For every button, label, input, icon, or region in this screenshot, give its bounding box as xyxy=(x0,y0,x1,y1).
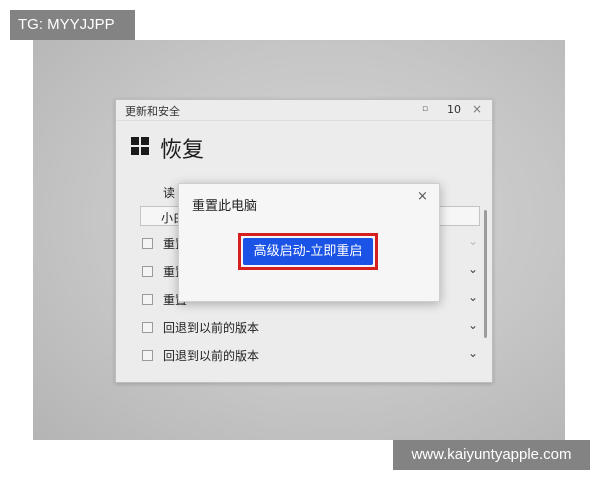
row-label: 回退到以前的版本 xyxy=(163,321,260,335)
reset-pc-dialog: 重置此电脑 × 高级启动-立即重启 xyxy=(178,183,440,302)
windows-logo-icon xyxy=(131,137,149,155)
checkbox[interactable] xyxy=(142,238,153,249)
chevron-down-icon[interactable]: ⌄ xyxy=(468,234,478,248)
watermark-bottom-right: www.kaiyuntyapple.com xyxy=(393,440,590,470)
checkbox[interactable] xyxy=(142,322,153,333)
title-bar: 更新和安全 ▫ 10 × xyxy=(116,100,492,121)
window-number-label: 10 xyxy=(447,103,461,116)
checkbox[interactable] xyxy=(142,266,153,277)
option-row[interactable]: 回退到以前的版本 ⌄ xyxy=(142,346,478,366)
truncated-label: 读 xyxy=(163,186,176,200)
app-title: 更新和安全 xyxy=(125,105,180,118)
option-row[interactable]: 回退到以前的版本 ⌄ xyxy=(142,318,478,338)
square-small-icon: ▫ xyxy=(422,104,429,114)
dialog-title: 重置此电脑 xyxy=(192,199,258,214)
window-close-button[interactable]: × xyxy=(472,103,482,116)
chevron-down-icon[interactable]: ⌄ xyxy=(468,346,478,360)
checkbox[interactable] xyxy=(142,294,153,305)
watermark-top-left: TG: MYYJJPP xyxy=(10,10,135,40)
page-title: 恢复 xyxy=(160,138,205,163)
chevron-down-icon[interactable]: ⌄ xyxy=(468,262,478,276)
advanced-startup-restart-button[interactable]: 高级启动-立即重启 xyxy=(243,238,373,265)
checkbox[interactable] xyxy=(142,350,153,361)
scrollbar[interactable] xyxy=(484,210,487,338)
chevron-down-icon[interactable]: ⌄ xyxy=(468,318,478,332)
minimize-button[interactable]: ▫ xyxy=(422,103,428,116)
close-icon[interactable]: × xyxy=(417,190,428,204)
chevron-down-icon[interactable]: ⌄ xyxy=(468,290,478,304)
row-label: 回退到以前的版本 xyxy=(163,349,260,363)
